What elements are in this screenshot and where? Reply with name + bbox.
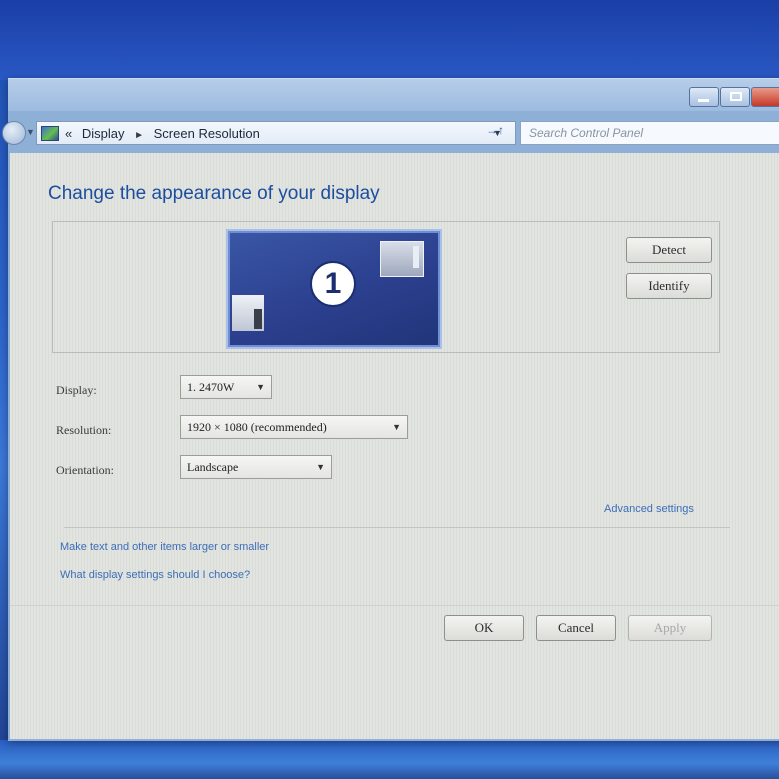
navigation-bar: ▼ « Display ► Screen Resolution ▼ →↑ [2, 117, 779, 147]
chevron-down-icon: ▼ [316, 462, 325, 472]
back-arrow-icon[interactable] [2, 121, 26, 145]
close-button[interactable] [751, 87, 779, 107]
resolution-label: Resolution: [56, 423, 112, 437]
breadcrumb-screen-resolution[interactable]: Screen Resolution [154, 126, 260, 141]
display-settings-help-link[interactable]: What display settings should I choose? [60, 569, 250, 581]
search-box[interactable] [520, 121, 779, 145]
ok-button[interactable]: OK [444, 615, 524, 641]
desktop-background-bottom [0, 740, 779, 779]
content-panel: Change the appearance of your display 1 … [10, 153, 779, 739]
breadcrumb: « Display ► Screen Resolution [65, 126, 260, 141]
display-select[interactable]: 1. 2470W ▼ [180, 375, 272, 399]
orientation-label: Orientation: [56, 463, 114, 477]
minimize-icon [698, 94, 709, 102]
breadcrumb-display[interactable]: Display [82, 126, 125, 141]
search-input[interactable] [521, 122, 777, 144]
maximize-button[interactable] [720, 87, 750, 107]
make-text-larger-link[interactable]: Make text and other items larger or smal… [60, 541, 269, 553]
divider [64, 527, 730, 528]
orientation-value: Landscape [187, 460, 239, 474]
display-value: 1. 2470W [187, 380, 235, 394]
monitor-preview[interactable]: 1 [228, 231, 440, 347]
minimize-button[interactable] [689, 87, 719, 107]
page-title: Change the appearance of your display [48, 183, 380, 204]
address-bar[interactable]: « Display ► Screen Resolution ▼ [36, 121, 516, 145]
window-controls [689, 87, 779, 107]
monitor-window-thumbnail [232, 295, 264, 331]
resolution-value: 1920 × 1080 (recommended) [187, 420, 327, 434]
title-bar[interactable] [8, 79, 779, 111]
control-panel-icon [41, 126, 59, 141]
desktop-background-top [0, 0, 779, 80]
maximize-icon [730, 92, 742, 101]
apply-button[interactable]: Apply [628, 615, 712, 641]
chevron-down-icon: ▼ [392, 422, 401, 432]
display-label: Display: [56, 383, 97, 397]
detect-button[interactable]: Detect [626, 237, 712, 263]
monitor-window-thumbnail [380, 241, 424, 277]
divider [10, 605, 779, 606]
monitor-number: 1 [310, 261, 356, 307]
resolution-select[interactable]: 1920 × 1080 (recommended) ▼ [180, 415, 408, 439]
breadcrumb-separator-icon[interactable]: ► [134, 130, 144, 141]
breadcrumb-overflow[interactable]: « [65, 126, 72, 141]
refresh-icon[interactable]: →↑ [486, 123, 510, 143]
identify-button[interactable]: Identify [626, 273, 712, 299]
control-panel-window: ▼ « Display ► Screen Resolution ▼ →↑ Cha… [2, 78, 779, 741]
recent-pages-dropdown[interactable]: ▼ [26, 127, 35, 137]
chevron-down-icon: ▼ [256, 382, 265, 392]
orientation-select[interactable]: Landscape ▼ [180, 455, 332, 479]
cancel-button[interactable]: Cancel [536, 615, 616, 641]
advanced-settings-link[interactable]: Advanced settings [604, 503, 694, 515]
